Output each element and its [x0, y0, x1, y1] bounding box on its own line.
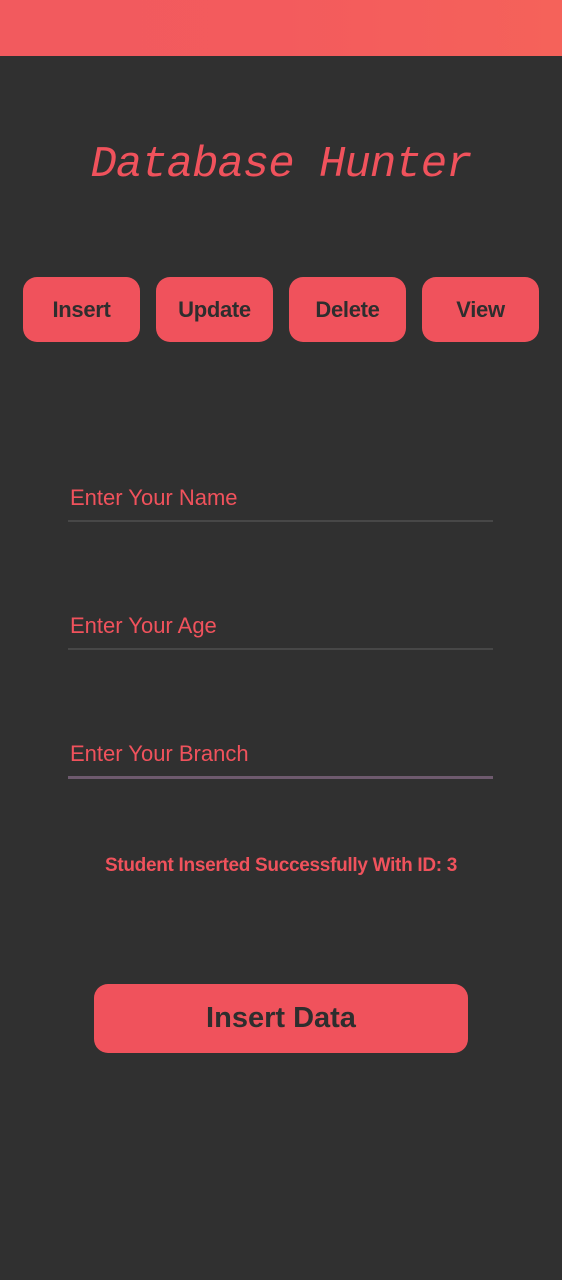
delete-tab-button[interactable]: Delete — [289, 277, 406, 342]
name-underline — [68, 520, 493, 522]
age-field — [68, 604, 493, 650]
age-underline — [68, 648, 493, 650]
status-message: Student Inserted Successfully With ID: 3 — [104, 855, 458, 876]
insert-tab-button[interactable]: Insert — [23, 277, 140, 342]
page-title: Database Hunter — [90, 140, 472, 190]
branch-underline — [68, 776, 493, 779]
update-tab-button[interactable]: Update — [156, 277, 273, 342]
nav-button-row: Insert Update Delete View — [23, 277, 539, 342]
age-input[interactable] — [68, 604, 493, 648]
name-field — [68, 476, 493, 522]
status-bar — [0, 0, 562, 56]
view-tab-button[interactable]: View — [422, 277, 539, 342]
branch-input[interactable] — [68, 732, 493, 776]
branch-field — [68, 732, 493, 779]
name-input[interactable] — [68, 476, 493, 520]
insert-data-button[interactable]: Insert Data — [94, 984, 468, 1053]
